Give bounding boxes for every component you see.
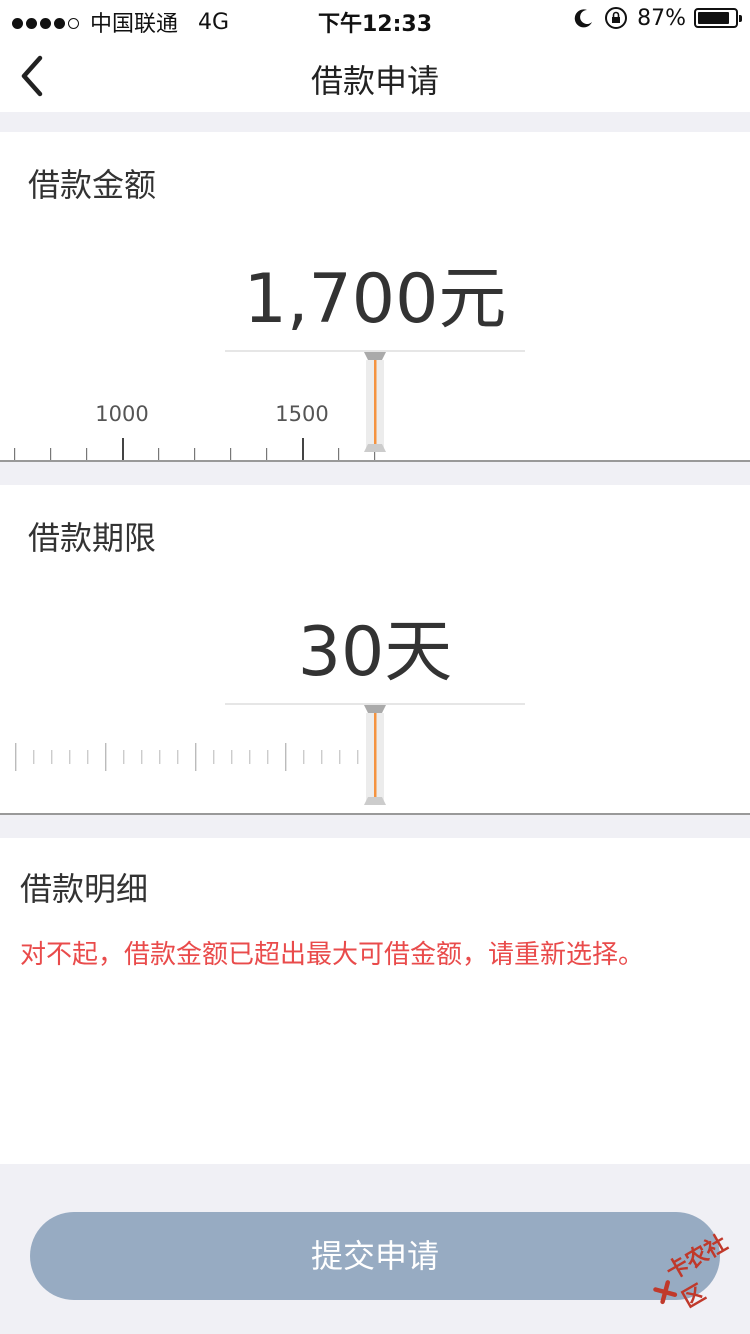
term-ruler-tick [177, 750, 179, 764]
nav-bar: 借款申请 [0, 40, 750, 112]
term-card: 借款期限 30天 [0, 485, 750, 815]
battery-percent: 87% [637, 5, 686, 31]
amount-tick-label-1500: 1500 [275, 402, 329, 426]
battery-fill [698, 12, 730, 24]
status-bar: 中国联通 4G 下午12:33 87% [0, 0, 750, 40]
amount-ruler-tick [50, 448, 52, 460]
slider-pointer-line [374, 360, 377, 452]
term-ruler-tick [213, 750, 215, 764]
amount-ruler-tick [338, 448, 340, 460]
amount-ruler-tick [266, 448, 268, 460]
amount-ruler-major-tick [122, 438, 124, 460]
amount-ruler-tick [230, 448, 232, 460]
term-ruler-major-tick [15, 743, 17, 771]
term-ruler-tick [51, 750, 53, 764]
term-value: 30天 [297, 613, 453, 692]
amount-ruler-baseline [0, 460, 750, 462]
term-ruler-tick [321, 750, 323, 764]
amount-ruler-slider[interactable]: 1000 1500 [0, 352, 750, 462]
term-ruler-scale[interactable] [0, 705, 750, 815]
amount-card: 借款金额 1,700元 1000 1500 [0, 132, 750, 462]
slider-pointer-top [364, 352, 386, 360]
term-ruler-tick [69, 750, 71, 764]
term-label: 借款期限 [28, 519, 157, 557]
amount-ruler-tick [86, 448, 88, 460]
amount-label: 借款金额 [28, 166, 157, 204]
page-title: 借款申请 [310, 62, 439, 100]
term-ruler-major-tick [285, 743, 287, 771]
term-ruler-tick [339, 750, 341, 764]
term-ruler-major-tick [195, 743, 197, 771]
submit-button[interactable]: 提交申请 [30, 1212, 720, 1300]
term-ruler-tick [123, 750, 125, 764]
error-message: 对不起，借款金额已超出最大可借金额，请重新选择。 [20, 940, 645, 970]
term-ruler-tick [267, 750, 269, 764]
term-ruler-tick [357, 750, 359, 764]
rotation-lock-icon [605, 7, 628, 29]
battery-icon [694, 8, 742, 28]
detail-label: 借款明细 [20, 870, 149, 908]
term-ruler-tick [159, 750, 161, 764]
term-ruler-tick [87, 750, 89, 764]
term-ruler-major-tick [105, 743, 107, 771]
status-right: 87% [573, 5, 742, 31]
term-ruler-baseline [0, 813, 750, 815]
slider-pointer-top [364, 705, 386, 713]
amount-value: 1,700元 [243, 260, 507, 339]
term-ruler-tick [231, 750, 233, 764]
detail-card: 借款明细 对不起，借款金额已超出最大可借金额，请重新选择。 [0, 838, 750, 1164]
term-ruler-tick [141, 750, 143, 764]
term-ruler-tick [249, 750, 251, 764]
amount-ruler-tick [14, 448, 16, 460]
term-ruler-slider[interactable] [0, 705, 750, 815]
amount-ruler-major-tick [302, 438, 304, 460]
term-ruler-tick [303, 750, 305, 764]
moon-icon [574, 9, 593, 28]
amount-ruler-tick [158, 448, 160, 460]
term-ruler-tick [33, 750, 35, 764]
amount-ruler-tick [194, 448, 196, 460]
slider-pointer-line [374, 713, 377, 805]
amount-tick-label-1000: 1000 [95, 402, 149, 426]
